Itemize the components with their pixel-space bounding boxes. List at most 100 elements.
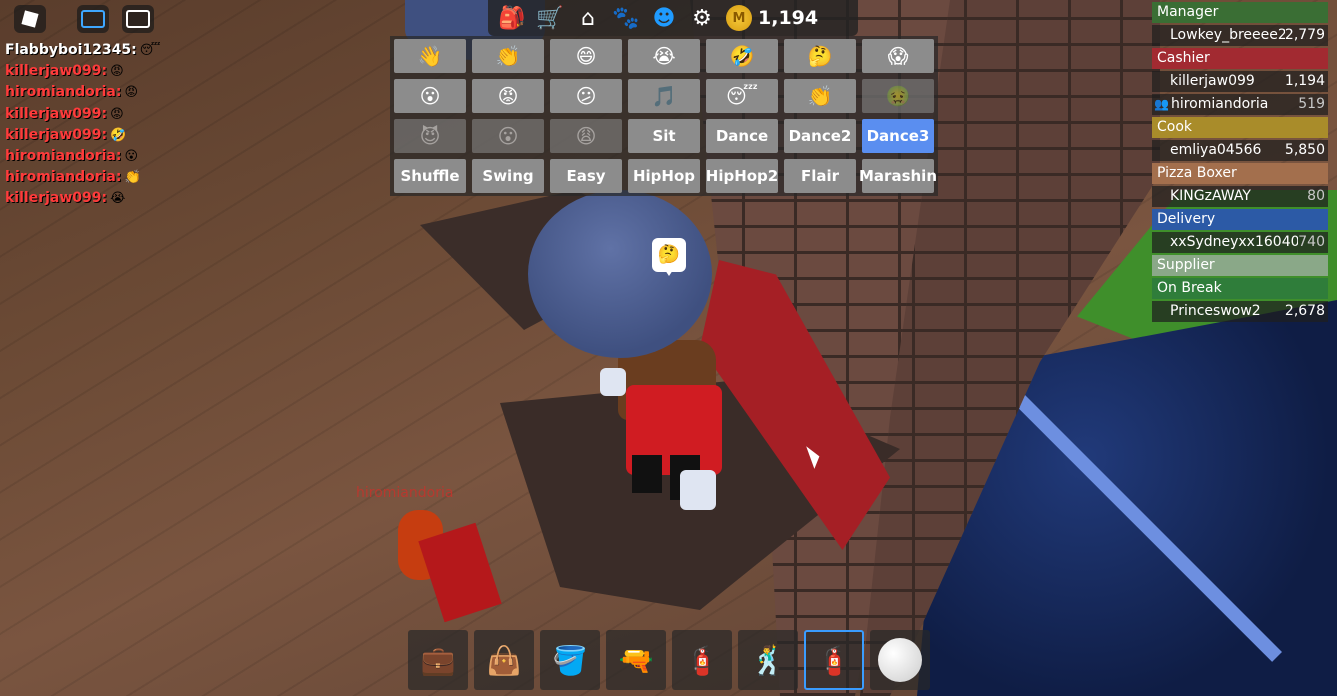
backpack-icon[interactable]: 🎒 [494,1,530,35]
tool-icon: 🪣 [552,643,588,677]
emote-swing-button[interactable]: Swing [472,159,544,193]
chat-message: hiromiandoria: 👏 [5,167,161,188]
emote-icon-button[interactable]: 😕 [550,79,622,113]
tool-icon: 🔫 [618,643,654,677]
emote-panel: 👋 👏 😄 😭 🤣 🤔 😱 😮 😡 😕 🎵 😴 👏 🤢 😈 😮 😩 Sit Dance Dance2 Dance3 Shu… [390,36,938,196]
player-name: hiromiandoria [1170,96,1269,112]
hotbar-slot[interactable]: 🧯 [672,630,732,690]
team-header: On Break [1152,278,1328,299]
emote-hiphop-button[interactable]: HipHop [628,159,700,193]
chat-sender[interactable]: killerjaw099: [5,63,107,79]
message-icon [126,10,150,28]
emote-icon-button[interactable]: 😩 [550,119,622,153]
player-name: xxSydneyxx160406 [1170,234,1299,250]
hotbar-slot[interactable]: 🧯 [804,630,864,690]
emote-icon-button[interactable]: 😮 [394,79,466,113]
chat-log: Flabbyboi12345: 😴 killerjaw099: 😡 hiromiando… [5,40,161,210]
hotbar-slot[interactable]: 🪣 [540,630,600,690]
emote-icon-button[interactable]: 👏 [472,39,544,73]
emote-icon-button[interactable]: 😮 [472,119,544,153]
leaderboard-row[interactable]: emliya04566 5,850 [1152,140,1328,161]
emote-dance2-button[interactable]: Dance2 [784,119,856,153]
emote-icon-button[interactable]: 😡 [472,79,544,113]
other-player-nametag: hiromiandoria [356,485,454,501]
emote-easy-button[interactable]: Easy [550,159,622,193]
emote-icon-button[interactable]: 😈 [394,119,466,153]
chat-sender[interactable]: hiromiandoria: [5,169,121,185]
chat-emoji: 😭 [110,191,126,207]
bubble-chat-button[interactable] [122,5,154,33]
roblox-menu-button[interactable] [14,5,46,33]
hotbar-slot[interactable]: 🔫 [606,630,666,690]
friend-icon: 👥 [1154,97,1169,111]
leaderboard-row[interactable]: 👥 hiromiandoria 519 [1152,94,1328,115]
emote-dance-button[interactable]: Dance [706,119,778,153]
leaderboard-row[interactable]: KINGzAWAY 80 [1152,186,1328,207]
player-score: 80 [1307,188,1325,204]
chat-sender[interactable]: hiromiandoria: [5,148,121,164]
emote-icon-button[interactable]: 👋 [394,39,466,73]
emote-sit-button[interactable]: Sit [628,119,700,153]
chat-icon [81,10,105,28]
player-score: 2,779 [1284,27,1325,43]
emote-hiphop2-button[interactable]: HipHop2 [706,159,778,193]
hotbar-slot[interactable]: 🕺 [738,630,798,690]
player-leaderboard: Manager Lowkey_breeee28 2,779 Cashier killer… [1152,2,1328,324]
player-name: emliya04566 [1170,142,1262,158]
emote-icon-button[interactable]: 🎵 [628,79,700,113]
avatar-icon[interactable]: ☻ [646,1,682,35]
coin-icon: M [726,5,752,31]
cart-icon[interactable]: 🛒 [532,1,568,35]
player-leg [632,455,662,493]
chat-message: hiromiandoria: 😡 [5,82,161,103]
team-header: Cashier [1152,48,1328,69]
emote-icon-button[interactable]: 🤔 [784,39,856,73]
home-icon[interactable]: ⌂ [570,1,606,35]
chat-message: hiromiandoria: 😮 [5,146,161,167]
chat-sender[interactable]: hiromiandoria: [5,84,121,100]
emote-icon-button[interactable]: 😄 [550,39,622,73]
chat-sender[interactable]: Flabbyboi12345: [5,42,137,58]
emote-icon-button[interactable]: 🤢 [862,79,934,113]
tool-icon: 🧯 [816,643,852,677]
emote-icon-button[interactable]: 👏 [784,79,856,113]
leaderboard-row[interactable]: xxSydneyxx160406 740 [1152,232,1328,253]
ball-icon [878,638,922,682]
player-score: 5,850 [1284,142,1325,158]
player-hand [680,470,716,510]
player-name: killerjaw099 [1170,73,1255,89]
leaderboard-row[interactable]: killerjaw099 1,194 [1152,71,1328,92]
leaderboard-row[interactable]: Princeswow2 2,678 [1152,301,1328,322]
tool-icon: 🧯 [684,643,720,677]
hotbar-slot[interactable]: 💼 [408,630,468,690]
emote-marashin-button[interactable]: Marashin [859,159,937,193]
chat-message: Flabbyboi12345: 😴 [5,40,161,61]
emote-icon-button[interactable]: 😴 [706,79,778,113]
player-name: KINGzAWAY [1170,188,1251,204]
emote-icon-button[interactable]: 😭 [628,39,700,73]
team-header: Pizza Boxer [1152,163,1328,184]
roblox-logo-icon [21,10,39,28]
gear-icon[interactable]: ⚙ [684,1,720,35]
emote-grid: 👋 👏 😄 😭 🤣 🤔 😱 😮 😡 😕 🎵 😴 👏 🤢 😈 😮 😩 Sit Dance Dance2 Dance3 Shu… [394,39,937,193]
hotbar-slot[interactable] [870,630,930,690]
chat-emoji: 😴 [139,43,161,58]
chat-emoji: 😡 [124,85,139,101]
chat-sender[interactable]: killerjaw099: [5,106,107,122]
emote-shuffle-button[interactable]: Shuffle [394,159,466,193]
leaderboard-row[interactable]: Lowkey_breeee28 2,779 [1152,25,1328,46]
emote-icon-button[interactable]: 🤣 [706,39,778,73]
team-header: Manager [1152,2,1328,23]
chat-sender[interactable]: killerjaw099: [5,127,107,143]
team-header: Delivery [1152,209,1328,230]
paw-icon[interactable]: 🐾 [608,1,644,35]
player-score: 740 [1298,234,1325,250]
tool-icon: 👜 [486,643,522,677]
chat-sender[interactable]: killerjaw099: [5,190,107,206]
hotbar-slot[interactable]: 👜 [474,630,534,690]
chat-message: killerjaw099: 😡 [5,104,161,125]
emote-dance3-button[interactable]: Dance3 [862,119,934,153]
emote-icon-button[interactable]: 😱 [862,39,934,73]
chat-toggle-button[interactable] [77,5,109,33]
emote-flair-button[interactable]: Flair [784,159,856,193]
